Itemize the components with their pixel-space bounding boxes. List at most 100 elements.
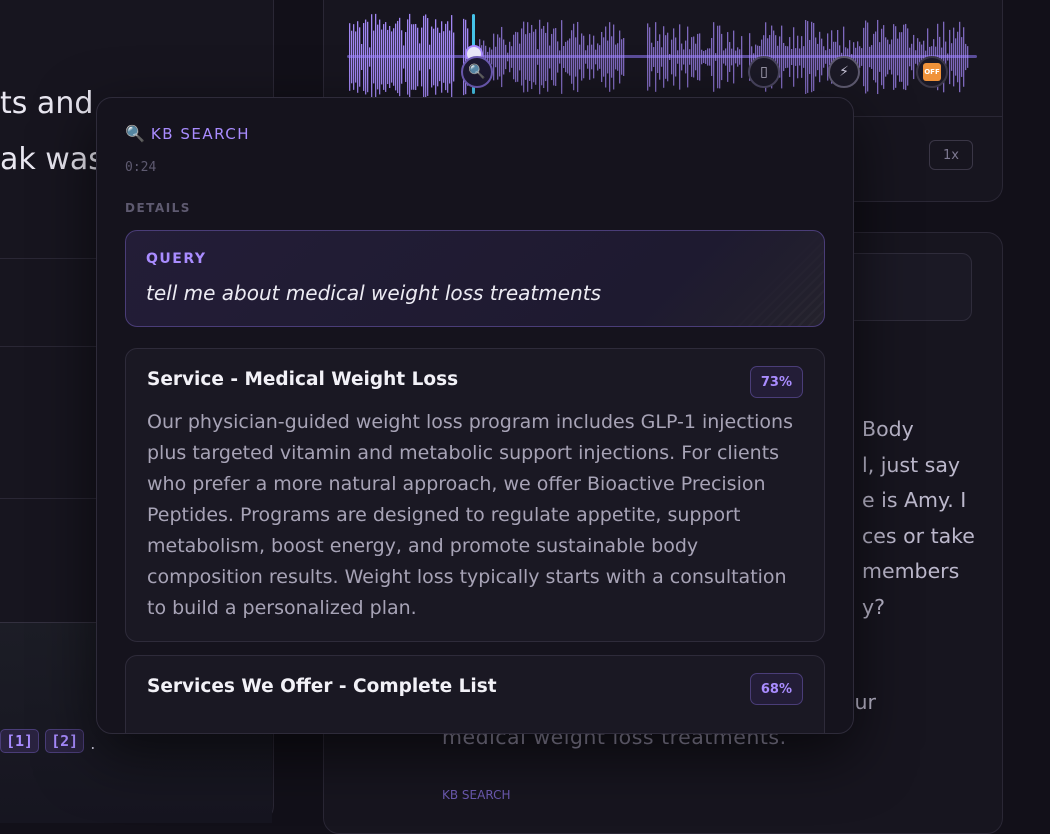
waveform-bar (409, 13, 411, 101)
waveform-bar (825, 50, 827, 64)
waveform-bar (439, 32, 441, 82)
waveform-bar (535, 29, 537, 85)
waveform-bar (791, 48, 793, 66)
waveform-bar (589, 34, 591, 80)
waveform-bar (725, 48, 727, 66)
waveform-bar (785, 45, 787, 69)
waveform-bar (737, 47, 739, 67)
waveform-bar (823, 46, 825, 68)
waveform-bar (355, 31, 357, 83)
waveform-bar (867, 22, 869, 92)
timeline-marker-function[interactable]: ⚡ (828, 56, 860, 88)
waveform-bar (553, 28, 555, 86)
query-text: tell me about medical weight loss treatm… (146, 281, 601, 305)
waveform-bar (897, 38, 899, 76)
citation-link[interactable]: [2] (45, 729, 85, 753)
audio-waveform[interactable] (347, 12, 977, 102)
waveform-bar (529, 33, 531, 81)
query-decoration (714, 231, 824, 326)
waveform-bar (515, 31, 517, 83)
left-text-line: ts and (0, 86, 94, 121)
waveform-bar (783, 42, 785, 72)
waveform-bar (545, 32, 547, 82)
waveform-bar (399, 17, 401, 97)
waveform-bar (967, 46, 969, 68)
waveform-bar (445, 23, 447, 91)
waveform-bar (697, 33, 699, 81)
waveform-bar (387, 29, 389, 85)
popup-header: 🔍 KB SEARCH (125, 124, 250, 143)
waveform-bar (605, 26, 607, 88)
waveform-bar (397, 20, 399, 94)
waveform-bar (717, 25, 719, 89)
waveform-bar (571, 30, 573, 84)
waveform-bar (527, 22, 529, 92)
waveform-bar (695, 43, 697, 71)
waveform-bar (809, 39, 811, 75)
waveform-bar (667, 32, 669, 82)
waveform-bar (413, 24, 415, 90)
waveform-bar (711, 38, 713, 76)
waveform-bar (393, 28, 395, 86)
waveform-bar (861, 48, 863, 66)
waveform-bar (491, 49, 493, 65)
waveform-bar (373, 30, 375, 84)
waveform-bar (659, 34, 661, 80)
waveform-bar (533, 31, 535, 83)
waveform-bar (703, 50, 705, 64)
waveform-bar (421, 27, 423, 87)
kb-result-card[interactable]: Service - Medical Weight Loss 73% Our ph… (125, 348, 825, 642)
waveform-bar (915, 50, 917, 64)
citation-trailer: . (90, 734, 96, 753)
waveform-bar (953, 27, 955, 87)
waveform-bar (359, 27, 361, 87)
waveform-bar (503, 39, 505, 75)
waveform-bar (863, 27, 865, 87)
citation-link[interactable]: [1] (0, 729, 40, 753)
waveform-bar (595, 49, 597, 65)
right-text-line: y? (862, 594, 886, 619)
phone-icon: ▯ (760, 64, 768, 80)
popup-title: KB SEARCH (150, 124, 251, 143)
waveform-bar (599, 45, 601, 69)
waveform-bar (681, 43, 683, 71)
waveform-bar (395, 23, 397, 91)
waveform-bar (585, 50, 587, 64)
waveform-bar (447, 21, 449, 93)
waveform-bar (891, 39, 893, 75)
search-icon: 🔍 (468, 64, 486, 80)
waveform-bar (793, 27, 795, 87)
right-text-line: Body (862, 417, 914, 441)
waveform-bar (437, 27, 439, 87)
waveform-bar (591, 44, 593, 70)
waveform-bar (963, 27, 965, 87)
waveform-bar (511, 46, 513, 68)
kb-result-card[interactable]: Services We Offer - Complete List 68% (125, 655, 825, 733)
waveform-bar (381, 29, 383, 85)
waveform-bar (715, 53, 717, 61)
waveform-bar (615, 44, 617, 70)
waveform-bar (507, 52, 509, 62)
waveform-bar (495, 46, 497, 68)
waveform-bar (657, 40, 659, 74)
waveform-bar (907, 28, 909, 86)
waveform-bar (949, 29, 951, 85)
citation-row: [1] [2] . (0, 729, 95, 753)
waveform-bar (369, 47, 371, 67)
waveform-bar (563, 46, 565, 68)
waveform-bar (811, 21, 813, 93)
waveform-bar (451, 15, 453, 99)
timeline-marker-off[interactable]: OFF (916, 56, 948, 88)
playback-speed-button[interactable]: 1x (929, 140, 973, 170)
waveform-bar (371, 14, 373, 100)
waveform-bar (649, 27, 651, 87)
waveform-bar (501, 26, 503, 88)
waveform-bar (555, 28, 557, 86)
waveform-bar (871, 45, 873, 69)
off-icon: OFF (923, 63, 941, 81)
waveform-bar (655, 22, 657, 92)
waveform-bar (565, 41, 567, 73)
waveform-bar (961, 37, 963, 77)
timeline-marker-kb-search[interactable]: 🔍 (461, 56, 493, 88)
timeline-marker-phone[interactable]: ▯ (748, 56, 780, 88)
